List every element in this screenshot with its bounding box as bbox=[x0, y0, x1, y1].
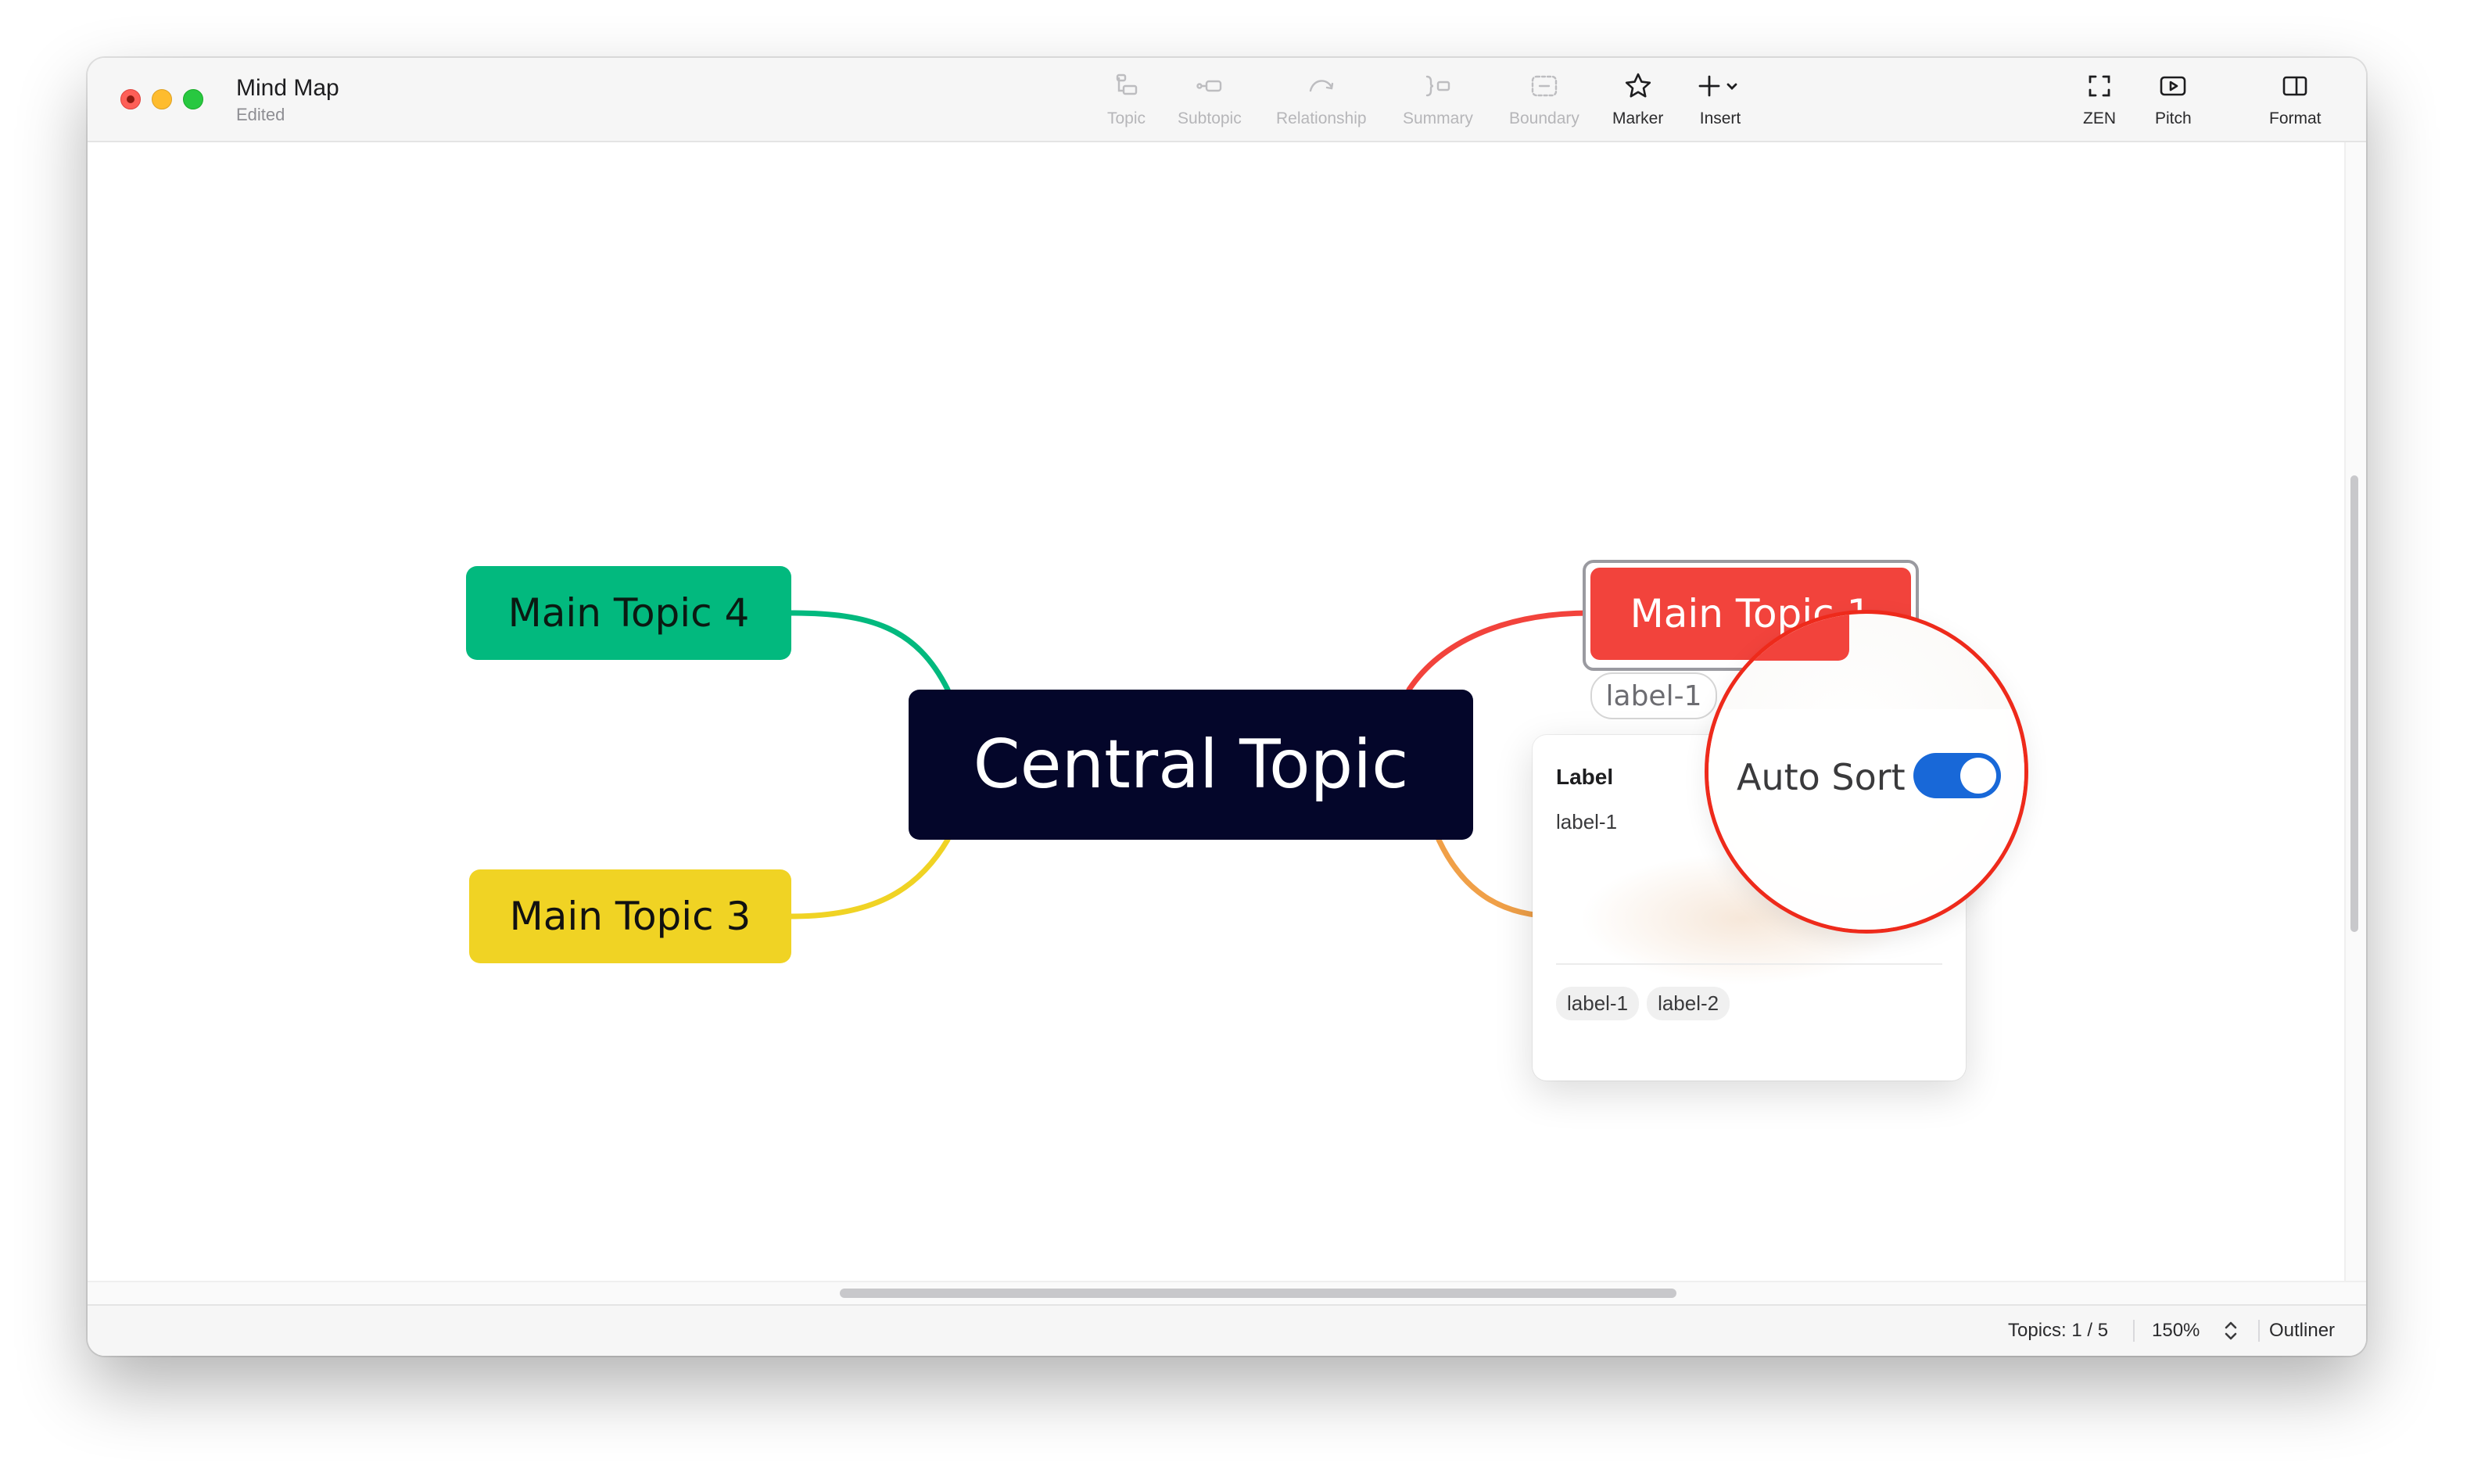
pitch-button[interactable]: Pitch bbox=[2155, 70, 2192, 128]
connector-topic1 bbox=[1406, 610, 1594, 693]
boundary-label: Boundary bbox=[1509, 109, 1579, 127]
format-label: Format bbox=[2269, 109, 2322, 127]
app-window: Mind Map Edited Topic Subtopic Relations… bbox=[88, 58, 2366, 1356]
central-topic[interactable]: Central Topic bbox=[909, 690, 1473, 840]
label-tag[interactable]: label-1 bbox=[1556, 987, 1640, 1020]
connector-topic4 bbox=[788, 610, 951, 693]
relationship-icon bbox=[1309, 80, 1333, 92]
topic-label: Topic bbox=[1107, 109, 1146, 127]
sidebar-panel-icon bbox=[2282, 76, 2307, 96]
label-tag[interactable]: label-2 bbox=[1647, 987, 1730, 1020]
summary-label: Summary bbox=[1403, 109, 1473, 127]
stepper-icon[interactable] bbox=[2222, 1318, 2239, 1343]
insert-button[interactable]: Insert bbox=[1698, 70, 1742, 128]
boundary-button[interactable]: Boundary bbox=[1509, 70, 1579, 128]
status-bar: Topics: 1 / 5 150% Outliner bbox=[88, 1304, 2366, 1356]
subtopic-label: Subtopic bbox=[1178, 109, 1242, 127]
zoom-level[interactable]: 150% bbox=[2152, 1320, 2200, 1342]
magnifier-callout: Auto Sort bbox=[1705, 610, 2028, 934]
main-topic-3[interactable]: Main Topic 3 bbox=[469, 869, 791, 963]
topic-icon bbox=[1116, 73, 1137, 95]
status-divider bbox=[2258, 1320, 2260, 1342]
magnified-topic-edge bbox=[1708, 614, 1849, 661]
toolbar: Mind Map Edited Topic Subtopic Relations… bbox=[88, 58, 2366, 142]
toggle-knob bbox=[1960, 758, 1996, 794]
label-suggestions: label-1 label-2 bbox=[1556, 987, 1730, 1020]
vertical-scrollbar[interactable] bbox=[2350, 475, 2358, 932]
insert-label: Insert bbox=[1699, 109, 1741, 127]
subtopic-icon bbox=[1196, 80, 1222, 92]
star-icon bbox=[1625, 73, 1651, 98]
document-title[interactable]: Mind Map bbox=[236, 75, 339, 102]
main-topic-4[interactable]: Main Topic 4 bbox=[466, 566, 791, 660]
status-divider bbox=[2133, 1320, 2135, 1342]
auto-sort-toggle[interactable] bbox=[1913, 753, 2001, 798]
auto-sort-label: Auto Sort bbox=[1737, 756, 1906, 798]
relationship-label: Relationship bbox=[1276, 109, 1367, 127]
topic-button[interactable]: Topic bbox=[1107, 70, 1146, 128]
popover-divider bbox=[1556, 963, 1942, 965]
summary-icon bbox=[1425, 75, 1450, 97]
pitch-label: Pitch bbox=[2155, 109, 2192, 127]
format-button[interactable]: Format bbox=[2269, 70, 2322, 128]
play-icon bbox=[2160, 76, 2186, 96]
document-status: Edited bbox=[236, 105, 285, 124]
connector-topic3 bbox=[788, 837, 951, 919]
plus-chevron-down-icon bbox=[1698, 75, 1737, 97]
boundary-icon bbox=[1531, 75, 1558, 97]
popover-title: Label bbox=[1556, 765, 1614, 789]
zen-label: ZEN bbox=[2083, 109, 2116, 127]
topic-label-chip[interactable]: label-1 bbox=[1590, 672, 1717, 719]
fullscreen-icon bbox=[2089, 75, 2110, 97]
outliner-button[interactable]: Outliner bbox=[2269, 1320, 2335, 1342]
summary-button[interactable]: Summary bbox=[1403, 70, 1473, 128]
marker-button[interactable]: Marker bbox=[1612, 70, 1663, 128]
relationship-button[interactable]: Relationship bbox=[1276, 70, 1367, 128]
horizontal-scrollbar[interactable] bbox=[840, 1289, 1676, 1298]
minimize-window-button[interactable] bbox=[152, 89, 172, 109]
marker-label: Marker bbox=[1612, 109, 1664, 127]
label-input[interactable]: label-1 bbox=[1556, 810, 1617, 834]
topic-count: Topics: 1 / 5 bbox=[2008, 1320, 2109, 1341]
close-window-button[interactable] bbox=[120, 89, 141, 109]
zen-button[interactable]: ZEN bbox=[2083, 70, 2116, 128]
subtopic-button[interactable]: Subtopic bbox=[1178, 70, 1242, 128]
zoom-window-button[interactable] bbox=[183, 89, 203, 109]
magnified-popover bbox=[1708, 709, 2024, 930]
